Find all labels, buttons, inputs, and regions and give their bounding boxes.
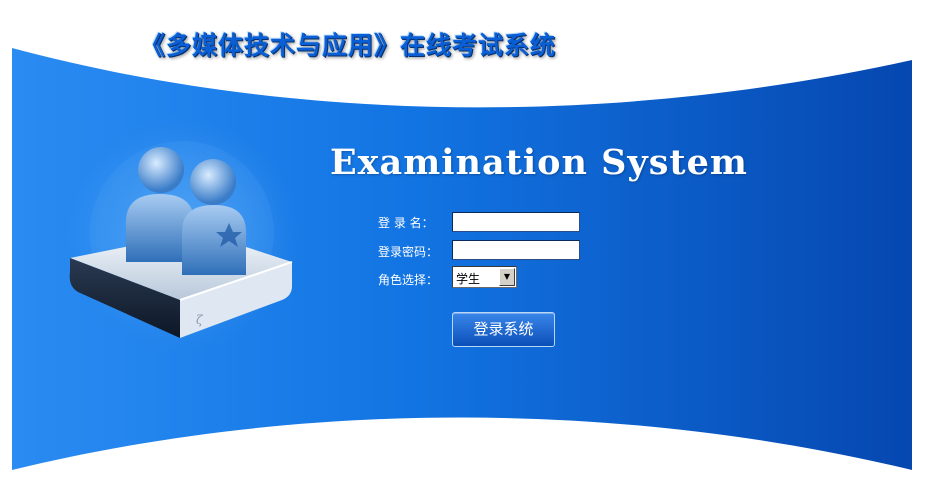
users-on-server-icon: ζ	[64, 115, 300, 351]
role-selected-value: 学生	[456, 272, 481, 286]
system-title: 《多媒体技术与应用》在线考试系统	[140, 31, 557, 60]
login-button[interactable]: 登录系统	[452, 312, 555, 347]
exam-heading: Examination System	[330, 142, 748, 183]
password-input[interactable]	[452, 240, 580, 260]
chevron-down-icon[interactable]: ▼	[499, 268, 515, 286]
username-input[interactable]	[452, 212, 580, 232]
role-select[interactable]: 学生 ▼	[452, 266, 517, 288]
username-label: 登 录 名：	[378, 216, 434, 230]
login-page: ζ 《多媒体技术与应用》在线考试系统 Examination System 登 …	[0, 0, 926, 481]
password-label: 登录密码：	[378, 245, 439, 259]
role-label: 角色选择：	[378, 273, 439, 287]
